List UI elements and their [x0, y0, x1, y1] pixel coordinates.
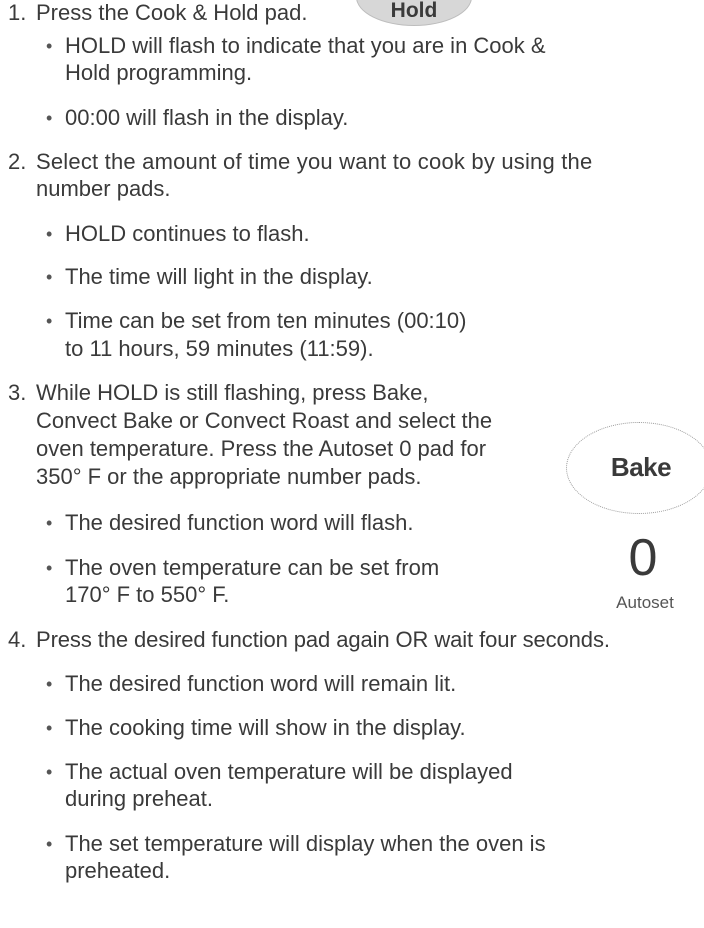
bullet-text: 00:00 will flash in the display.: [65, 105, 349, 130]
step-1-text: Press the Cook & Hold pad.: [36, 0, 308, 25]
bullet-marker: •: [46, 513, 53, 533]
step-3-text: 350° F or the appropriate number pads.: [36, 464, 422, 489]
bullet-text: Hold programming.: [65, 60, 253, 85]
step-2-number: 2.: [8, 149, 27, 174]
step-2-text: number pads.: [36, 176, 171, 201]
bullet-text: to 11 hours, 59 minutes (11:59).: [65, 336, 374, 361]
step-4-text: Press the desired function pad again OR …: [36, 627, 610, 652]
hold-pad-label: Hold: [390, 0, 438, 22]
bullet-text: HOLD continues to flash.: [65, 221, 310, 246]
step-1-number: 1.: [8, 0, 27, 25]
step-4-number: 4.: [8, 627, 27, 652]
autoset-pad-digit: 0: [628, 529, 658, 587]
bullet-marker: •: [46, 834, 53, 854]
bake-pad-label: Bake: [610, 452, 672, 482]
bullet-marker: •: [46, 762, 53, 782]
step-3-text: Convect Bake or Convect Roast and select…: [36, 408, 493, 433]
bullet-text: Time can be set from ten minutes (00:10): [65, 308, 467, 333]
bullet-marker: •: [46, 267, 53, 287]
bullet-text: HOLD will flash to indicate that you are…: [65, 33, 546, 58]
bullet-text: during preheat.: [65, 786, 213, 811]
bullet-text: The desired function word will flash.: [65, 510, 414, 535]
autoset-pad-label: Autoset: [616, 593, 674, 612]
step-2-text: Select the amount of time you want to co…: [36, 149, 593, 174]
bullet-text: The oven temperature can be set from: [65, 555, 440, 580]
bullet-marker: •: [46, 108, 53, 128]
bullet-marker: •: [46, 674, 53, 694]
bullet-text: The cooking time will show in the displa…: [65, 715, 466, 740]
step-3-number: 3.: [8, 380, 27, 405]
step-3-text: While HOLD is still flashing, press Bake…: [36, 380, 429, 405]
bullet-text: The set temperature will display when th…: [65, 831, 546, 856]
bullet-marker: •: [46, 718, 53, 738]
bullet-marker: •: [46, 311, 53, 331]
bullet-marker: •: [46, 224, 53, 244]
bullet-text: The desired function word will remain li…: [65, 671, 457, 696]
bullet-text: The time will light in the display.: [65, 264, 373, 289]
bullet-text: The actual oven temperature will be disp…: [65, 759, 513, 784]
step-3-text: oven temperature. Press the Autoset 0 pa…: [36, 436, 487, 461]
bullet-marker: •: [46, 36, 53, 56]
bullet-text: 170° F to 550° F.: [65, 582, 230, 607]
bullet-text: preheated.: [65, 858, 171, 883]
bullet-marker: •: [46, 558, 53, 578]
